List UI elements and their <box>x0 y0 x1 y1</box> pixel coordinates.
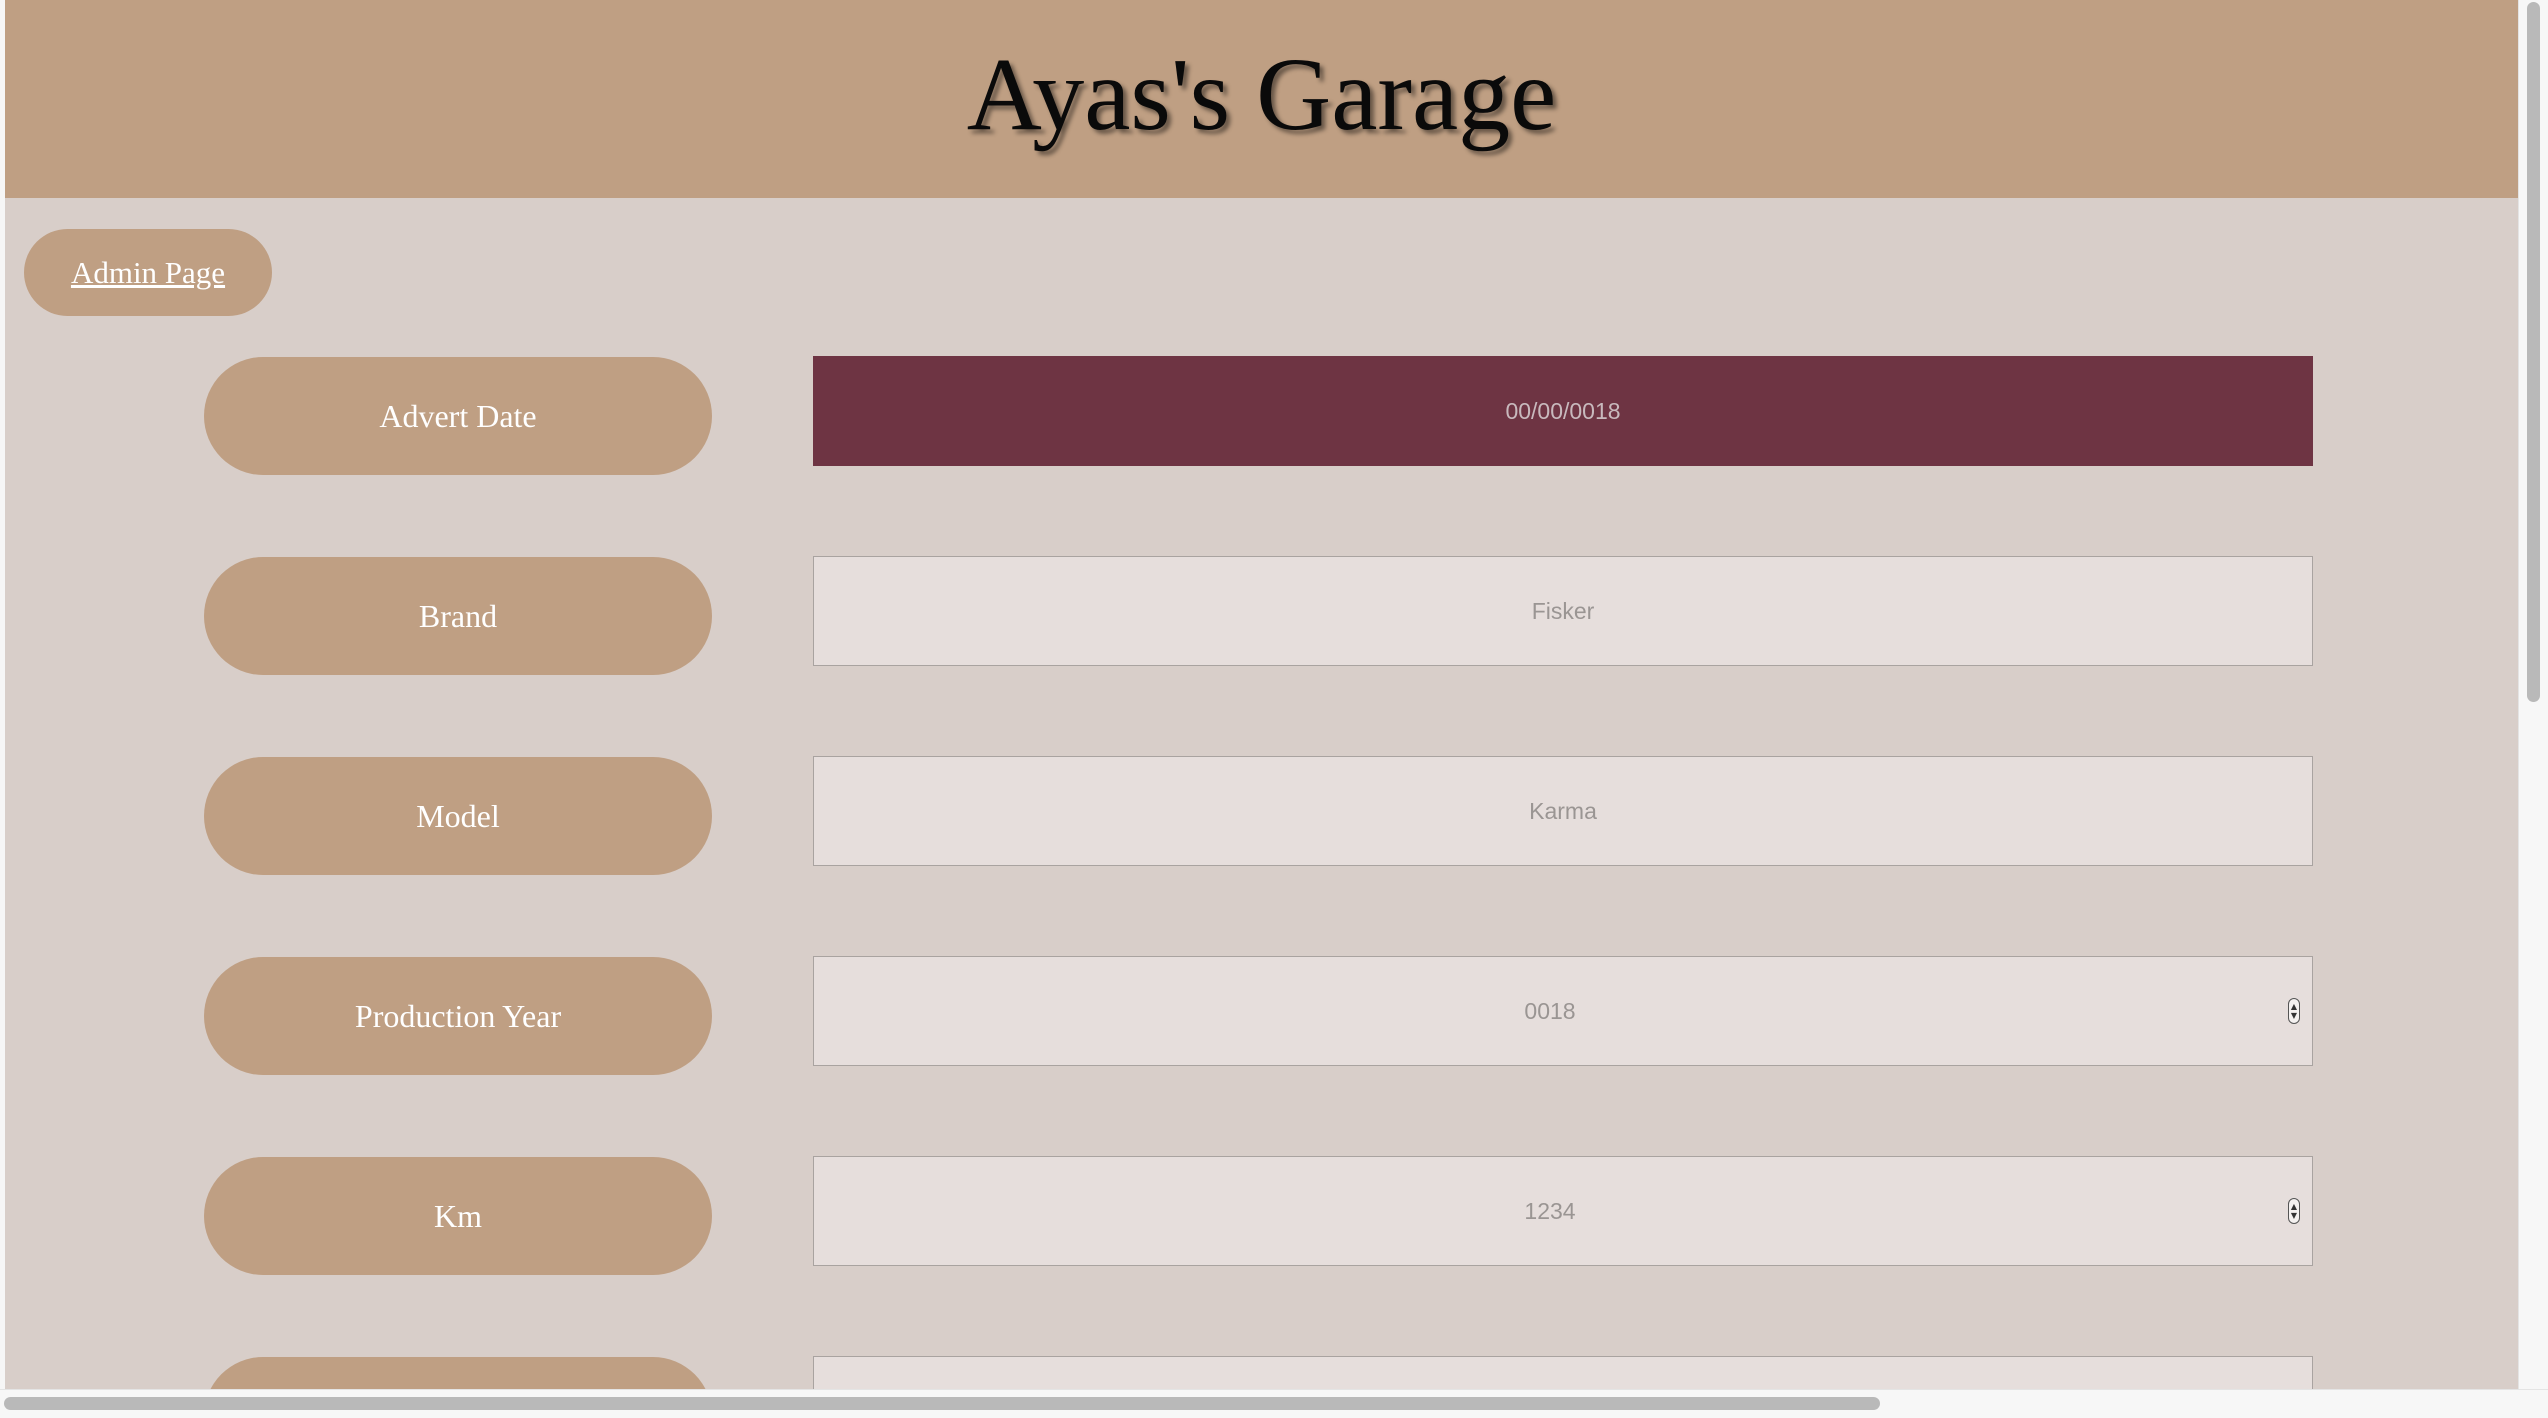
browser-viewport: Ayas's Garage Admin Page Advert Date 00/… <box>0 0 2548 1418</box>
model-value: Karma <box>1529 797 1597 824</box>
form-row-km: Km 1234 ▲ ▼ <box>5 1156 2518 1277</box>
horizontal-scrollbar-thumb[interactable] <box>4 1397 1880 1410</box>
number-spinner-icon[interactable]: ▲ ▼ <box>2288 998 2300 1024</box>
site-header: Ayas's Garage <box>5 0 2518 198</box>
model-field[interactable]: Karma <box>813 756 2313 866</box>
production-year-value: 0018 <box>1524 997 1576 1024</box>
form-row-model: Model Karma <box>5 756 2518 877</box>
next-field-label <box>204 1357 712 1389</box>
km-field[interactable]: 1234 ▲ ▼ <box>813 1156 2313 1266</box>
page-content: Ayas's Garage Admin Page Advert Date 00/… <box>5 0 2518 1389</box>
advert-date-label: Advert Date <box>204 357 712 475</box>
production-year-field[interactable]: 0018 ▲ ▼ <box>813 956 2313 1066</box>
model-label: Model <box>204 757 712 875</box>
brand-value: Fisker <box>1531 597 1595 624</box>
production-year-label: Production Year <box>204 957 712 1075</box>
admin-page-link[interactable]: Admin Page <box>24 229 272 316</box>
km-value: 1234 <box>1524 1197 1576 1224</box>
form-row-advert-date: Advert Date 00/00/0018 <box>5 356 2518 477</box>
number-spinner-icon[interactable]: ▲ ▼ <box>2288 1198 2300 1224</box>
vertical-scrollbar-thumb[interactable] <box>2527 2 2540 702</box>
brand-field[interactable]: Fisker <box>813 556 2313 666</box>
horizontal-scrollbar[interactable] <box>0 1389 2548 1418</box>
form-row-next <box>5 1356 2518 1389</box>
form-row-brand: Brand Fisker <box>5 556 2518 677</box>
vertical-scrollbar[interactable] <box>2518 0 2548 1389</box>
advert-date-field[interactable]: 00/00/0018 <box>813 356 2313 466</box>
form-row-production-year: Production Year 0018 ▲ ▼ <box>5 956 2518 1077</box>
km-label: Km <box>204 1157 712 1275</box>
advert-date-value: 00/00/0018 <box>1505 397 1621 424</box>
brand-label: Brand <box>204 557 712 675</box>
next-field[interactable] <box>813 1356 2313 1389</box>
site-title: Ayas's Garage <box>966 37 1557 152</box>
